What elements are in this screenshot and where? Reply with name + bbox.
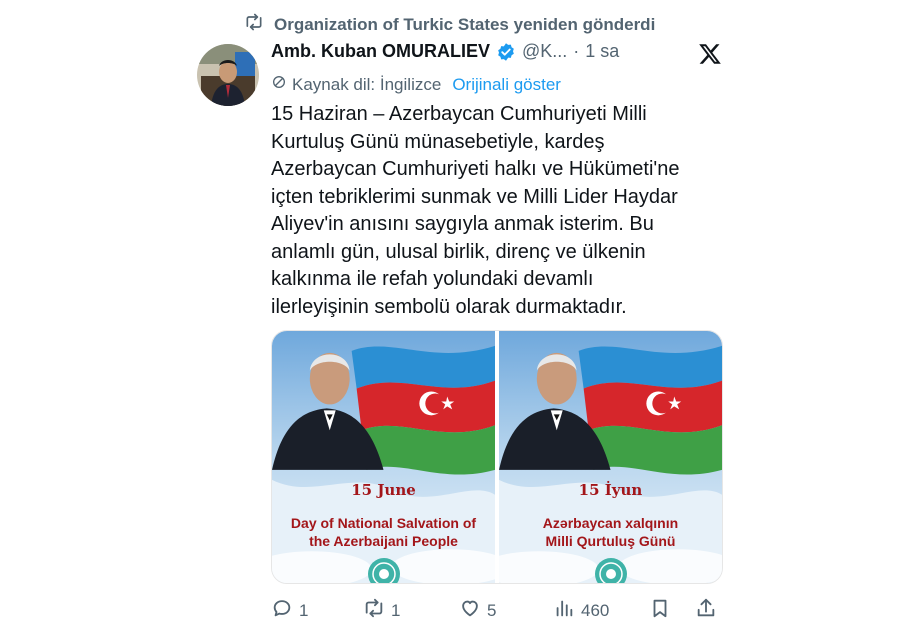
views-button[interactable]: 460 xyxy=(553,597,609,624)
avatar[interactable] xyxy=(197,44,259,106)
tweet-text: 15 Haziran – Azerbaycan Cumhuriyeti Mill… xyxy=(271,103,680,318)
repost-count: 1 xyxy=(391,600,401,620)
views-count: 460 xyxy=(581,600,610,620)
repost-indicator[interactable]: Organization of Turkic States yeniden gö… xyxy=(244,12,655,37)
x-logo-icon xyxy=(698,42,722,66)
author-name[interactable]: Amb. Kuban OMURALIEV xyxy=(271,41,490,62)
poster-date: 15 İyun xyxy=(578,481,643,499)
reply-icon xyxy=(271,597,293,624)
poster-caption: Azərbaycan xalqının Milli Qurtuluş Günü xyxy=(542,515,679,549)
repost-text: Organization of Turkic States yeniden gö… xyxy=(274,14,656,34)
reply-button[interactable]: 1 xyxy=(271,597,308,624)
bookmark-icon xyxy=(649,597,671,624)
source-language-label: Kaynak dil: İngilizce xyxy=(292,74,442,94)
like-count: 5 xyxy=(487,600,497,620)
poster-caption: Day of National Salvation of the Azerbai… xyxy=(290,515,477,549)
repost-icon xyxy=(363,597,385,624)
poster-date: 15 June xyxy=(351,481,416,499)
heart-icon xyxy=(459,597,481,624)
reply-count: 1 xyxy=(299,600,309,620)
repost-icon xyxy=(244,12,264,37)
media-grid: 15 June Day of National Salvation of the… xyxy=(271,330,723,584)
timestamp[interactable]: 1 sa xyxy=(585,41,619,62)
author-handle[interactable]: @K... xyxy=(522,41,567,62)
repost-button[interactable]: 1 xyxy=(363,597,400,624)
tweet-header: Amb. Kuban OMURALIEV @K... · 1 sa xyxy=(271,41,619,62)
media-image-english[interactable]: 15 June Day of National Salvation of the… xyxy=(272,331,495,583)
share-button[interactable] xyxy=(695,597,717,624)
action-bar: 1 1 5 460 xyxy=(271,597,723,621)
bookmark-button[interactable] xyxy=(649,597,671,624)
like-button[interactable]: 5 xyxy=(459,597,496,624)
emblem-icon xyxy=(367,558,400,583)
views-chart-icon xyxy=(553,597,575,624)
media-image-azerbaijani[interactable]: 15 İyun Azərbaycan xalqının Milli Qurtul… xyxy=(499,331,722,583)
separator-dot: · xyxy=(573,41,580,61)
verified-badge-icon[interactable] xyxy=(496,42,516,62)
show-original-link[interactable]: Orijinali göster xyxy=(452,75,561,95)
translation-bar: Kaynak dil: İngilizce Orijinali göster xyxy=(271,74,561,95)
emblem-icon xyxy=(594,558,627,583)
translate-icon xyxy=(271,74,287,95)
share-icon xyxy=(695,597,717,624)
